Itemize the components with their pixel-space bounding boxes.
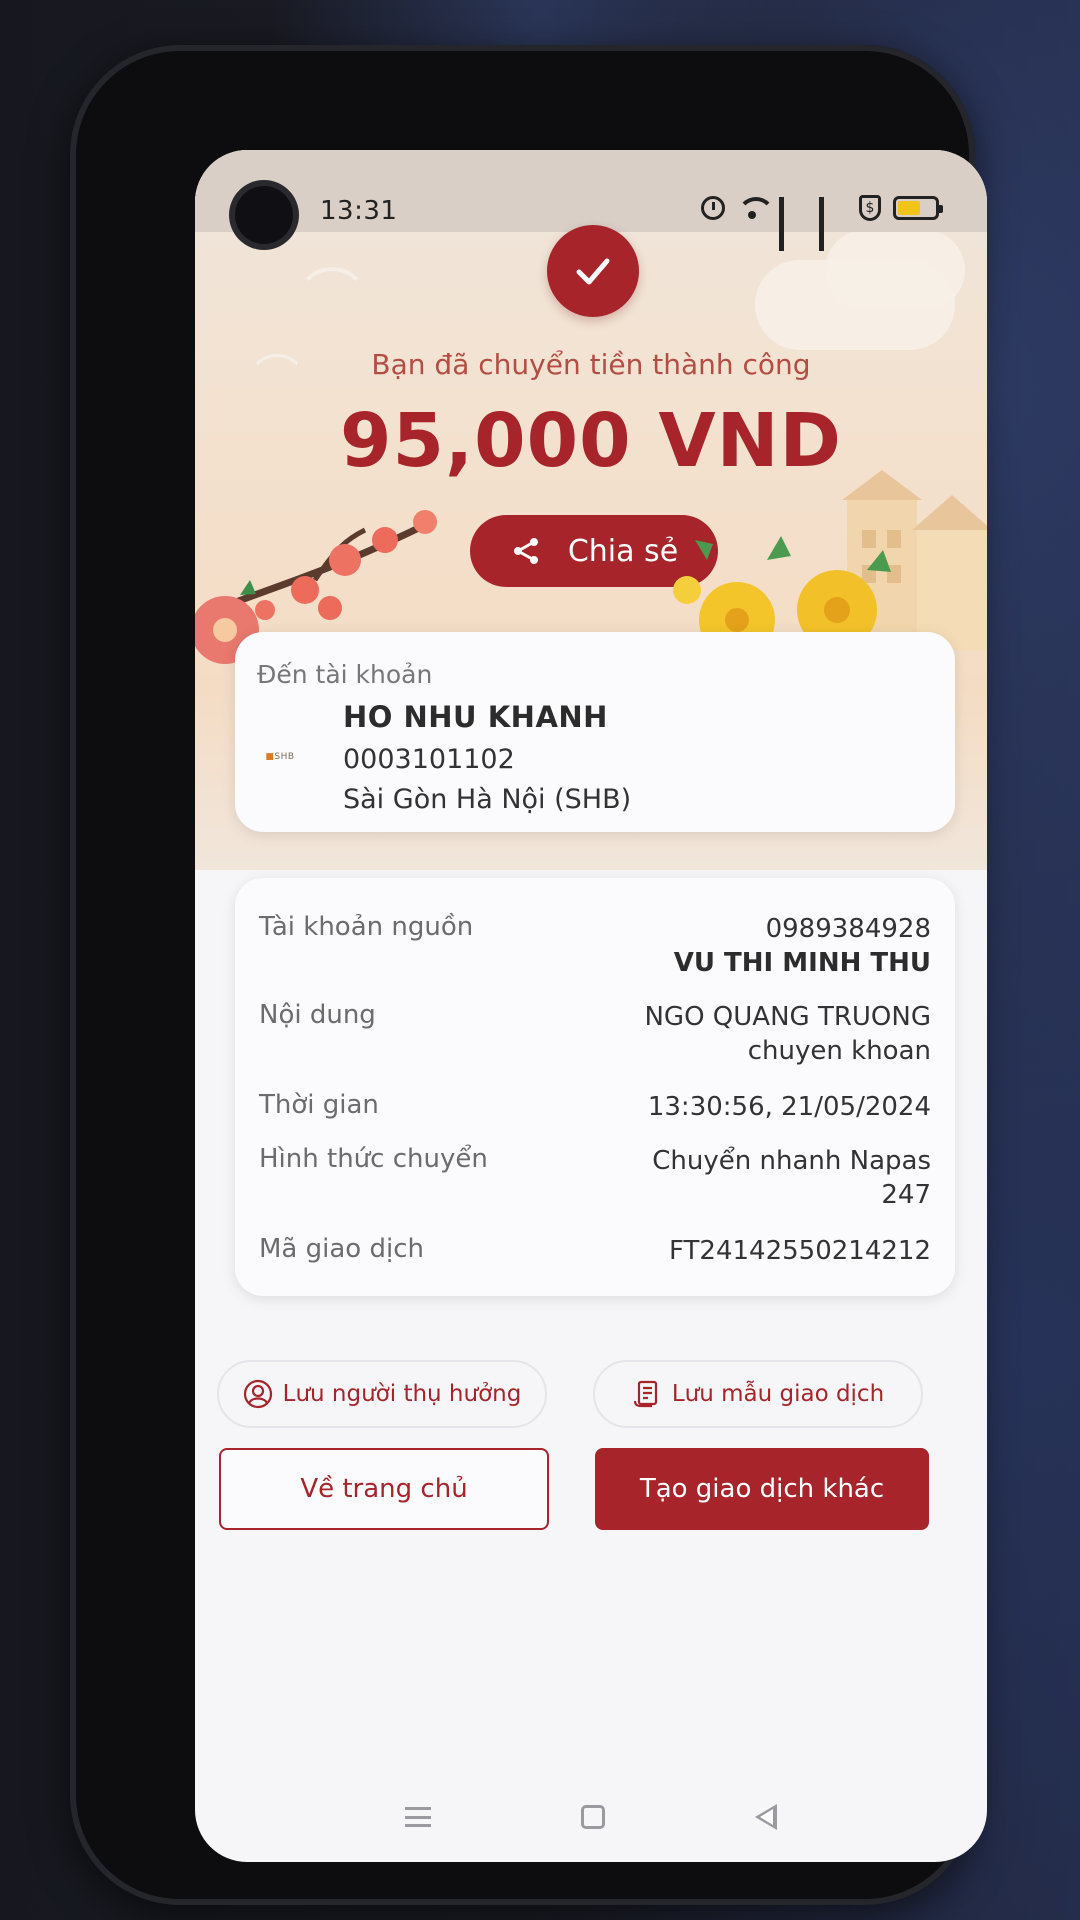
bank-logo-text: SHB xyxy=(274,752,295,762)
method-label: Hình thức chuyển xyxy=(259,1144,488,1174)
home-square-icon[interactable] xyxy=(581,1805,605,1829)
success-message: Bạn đã chuyển tiền thành công xyxy=(371,348,811,381)
source-account-number: 0989384928 xyxy=(765,914,931,944)
status-bar: 13:31 $ xyxy=(195,150,987,251)
recipient-account-number: 0003101102 xyxy=(343,744,515,775)
time-row: Thời gian 13:30:56, 21/05/2024 xyxy=(259,1090,931,1130)
method-value: Chuyển nhanh Napas 247 xyxy=(652,1144,931,1212)
alarm-icon xyxy=(701,196,725,220)
recipient-card: Đến tài khoản ■SHB HO NHU KHANH 00031011… xyxy=(235,632,955,832)
transaction-id-value: FT24142550214212 xyxy=(669,1236,931,1266)
signal-icon xyxy=(819,197,847,251)
shield-dollar-icon: $ xyxy=(859,195,881,221)
recents-menu-icon[interactable] xyxy=(405,1807,431,1827)
receipt-icon xyxy=(633,1380,657,1408)
method-line-1: Chuyển nhanh Napas xyxy=(652,1146,931,1176)
success-check-icon xyxy=(547,225,639,317)
battery-icon xyxy=(893,196,943,220)
source-account-value: 0989384928 VU THI MINH THU xyxy=(674,912,931,980)
signal-icon xyxy=(779,197,807,251)
transaction-id-label: Mã giao dịch xyxy=(259,1234,424,1264)
save-template-button[interactable]: Lưu mẫu giao dịch xyxy=(593,1360,923,1428)
content-line-1: NGO QUANG TRUONG xyxy=(644,1002,931,1032)
transaction-id-row: Mã giao dịch FT24142550214212 xyxy=(259,1234,931,1274)
share-icon xyxy=(513,538,538,564)
save-payee-label: Lưu người thụ hưởng xyxy=(282,1381,522,1407)
back-triangle-icon[interactable] xyxy=(755,1804,777,1830)
phone-frame: ⌒ ⌒ 13:31 $ Bạn đã chuyển tiền thành côn… xyxy=(70,45,987,1905)
transaction-details-card: Tài khoản nguồn 0989384928 VU THI MINH T… xyxy=(235,878,955,1296)
save-template-label: Lưu mẫu giao dịch xyxy=(671,1381,885,1407)
content-line-2: chuyen khoan xyxy=(747,1036,931,1066)
content-row: Nội dung NGO QUANG TRUONG chuyen khoan xyxy=(259,1000,931,1080)
front-camera xyxy=(235,186,293,244)
method-row: Hình thức chuyển Chuyển nhanh Napas 247 xyxy=(259,1144,931,1224)
save-payee-button[interactable]: Lưu người thụ hưởng xyxy=(217,1360,547,1428)
new-transaction-button[interactable]: Tạo giao dịch khác xyxy=(595,1448,929,1530)
bird-decoration: ⌒ xyxy=(305,263,359,326)
status-time: 13:31 xyxy=(320,196,398,226)
recipient-label: Đến tài khoản xyxy=(257,660,433,689)
cloud-decoration xyxy=(825,230,965,310)
time-label: Thời gian xyxy=(259,1090,379,1120)
user-circle-icon xyxy=(243,1379,272,1409)
app-screen: ⌒ ⌒ 13:31 $ Bạn đã chuyển tiền thành côn… xyxy=(195,150,987,1862)
content-label: Nội dung xyxy=(259,1000,376,1030)
method-line-2: 247 xyxy=(881,1180,931,1210)
home-button[interactable]: Về trang chủ xyxy=(219,1448,549,1530)
source-account-row: Tài khoản nguồn 0989384928 VU THI MINH T… xyxy=(259,912,931,992)
wifi-icon xyxy=(737,197,775,219)
system-navigation-bar xyxy=(195,1772,987,1862)
source-account-owner: VU THI MINH THU xyxy=(673,948,931,978)
status-icons: $ xyxy=(701,190,943,251)
content-value: NGO QUANG TRUONG chuyen khoan xyxy=(644,1000,931,1068)
bank-logo-icon: ■SHB xyxy=(265,752,295,762)
source-account-label: Tài khoản nguồn xyxy=(259,912,474,942)
recipient-bank-name: Sài Gòn Hà Nội (SHB) xyxy=(343,784,632,815)
time-value: 13:30:56, 21/05/2024 xyxy=(647,1092,931,1122)
recipient-name: HO NHU KHANH xyxy=(343,700,608,734)
